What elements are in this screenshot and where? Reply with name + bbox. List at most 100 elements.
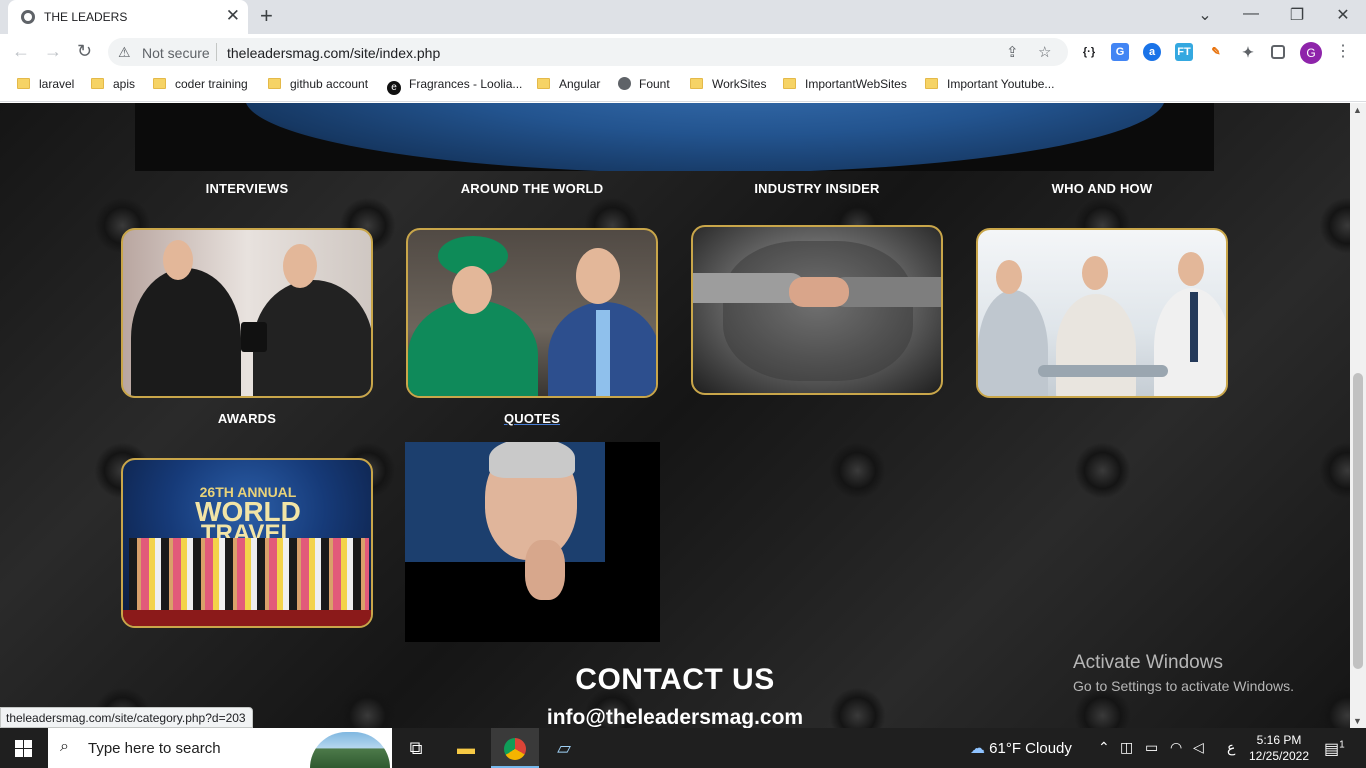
- tie-shape: [1190, 292, 1198, 362]
- bookmark-label: apis: [113, 77, 136, 91]
- bookmark-apis[interactable]: apis: [91, 77, 135, 95]
- folder-icon: [268, 78, 281, 89]
- category-label-interviews[interactable]: INTERVIEWS: [122, 181, 372, 196]
- person-face: [163, 240, 193, 280]
- battery-icon[interactable]: ▭: [1145, 739, 1158, 756]
- around-the-world-card-image[interactable]: [406, 228, 658, 398]
- json-extension-icon[interactable]: {·}: [1080, 43, 1098, 61]
- meet-now-icon[interactable]: ◫: [1120, 739, 1133, 756]
- bookmark-importantwebsites[interactable]: ImportantWebSites: [783, 77, 907, 95]
- reload-button[interactable]: ↻: [77, 41, 92, 62]
- scrollbar-thumb[interactable]: [1353, 373, 1363, 669]
- cloud-icon: ☁: [970, 740, 985, 757]
- tab-title: THE LEADERS: [44, 10, 128, 24]
- warning-icon[interactable]: ⚠: [118, 44, 131, 61]
- back-button[interactable]: ←: [12, 41, 30, 62]
- bookmark-label: github account: [290, 77, 369, 91]
- scroll-up-arrow-icon[interactable]: ▲: [1353, 105, 1362, 115]
- bookmark-label: ImportantWebSites: [805, 77, 907, 91]
- world-map-shape: [723, 241, 913, 381]
- category-label-awards[interactable]: AWARDS: [122, 411, 372, 426]
- maximize-button[interactable]: ❐: [1274, 5, 1320, 25]
- chrome-taskbar-icon[interactable]: [491, 728, 539, 768]
- clock-time: 5:16 PM: [1256, 733, 1302, 747]
- color-picker-extension-icon[interactable]: ✎: [1207, 43, 1225, 61]
- bookmark-star-icon[interactable]: ☆: [1038, 43, 1051, 61]
- notification-count-badge: 1: [1339, 739, 1345, 751]
- bookmark-label: Important Youtube...: [947, 77, 1055, 91]
- person-face: [1178, 252, 1204, 286]
- extensions-puzzle-icon[interactable]: ✦: [1239, 43, 1257, 61]
- interviews-card-image[interactable]: [121, 228, 373, 398]
- person-face: [1082, 256, 1108, 290]
- tab-search-dropdown-icon[interactable]: ⌄: [1182, 5, 1228, 25]
- extension-a-icon[interactable]: a: [1143, 43, 1161, 61]
- windows-start-icon[interactable]: [15, 740, 32, 757]
- activate-windows-watermark: Activate Windows Go to Settings to activ…: [1073, 652, 1294, 694]
- taskbar-clock[interactable]: 5:16 PM 12/25/2022: [1248, 732, 1310, 764]
- clock-date: 12/25/2022: [1248, 749, 1310, 763]
- extension-ft-icon[interactable]: FT: [1175, 43, 1193, 61]
- task-view-icon[interactable]: ⧉: [392, 728, 440, 768]
- handshake-shape: [789, 277, 849, 307]
- bookmark-label: Fragrances - Loolia...: [409, 77, 523, 91]
- bookmark-fount[interactable]: Fount: [618, 77, 670, 95]
- notepad-taskbar-icon[interactable]: ▱: [540, 728, 588, 768]
- weather-widget[interactable]: ☁ 61°F Cloudy: [970, 739, 1072, 757]
- globe-icon: [21, 10, 35, 24]
- page-scrollbar[interactable]: ▲ ▼: [1350, 103, 1366, 728]
- site-icon: e: [387, 81, 401, 95]
- divider: [216, 43, 217, 61]
- windows-taskbar: ⌕ Type here to search ⧉ ▬ ▱ ☁ 61°F Cloud…: [0, 728, 1366, 768]
- taskbar-search-box[interactable]: ⌕ Type here to search: [48, 728, 392, 768]
- bookmark-angular[interactable]: Angular: [537, 77, 600, 95]
- bookmark-label: WorkSites: [712, 77, 767, 91]
- category-label-quotes[interactable]: QUOTES: [407, 411, 657, 426]
- search-icon: ⌕: [60, 738, 69, 755]
- forward-button[interactable]: →: [44, 41, 62, 62]
- translate-extension-icon[interactable]: G: [1111, 43, 1129, 61]
- scroll-down-arrow-icon[interactable]: ▼: [1353, 716, 1362, 726]
- category-label-who-and-how[interactable]: WHO AND HOW: [977, 181, 1227, 196]
- bookmark-laravel[interactable]: laravel: [17, 77, 74, 95]
- awards-card-image[interactable]: 26TH ANNUAL WORLD TRAVEL: [121, 458, 373, 628]
- industry-insider-card-image[interactable]: [691, 225, 943, 395]
- hero-sweater-shape: [245, 103, 1165, 171]
- category-label-around-the-world[interactable]: AROUND THE WORLD: [407, 181, 657, 196]
- input-language-indicator[interactable]: ع: [1227, 739, 1235, 756]
- quotes-image[interactable]: [405, 442, 660, 642]
- side-panel-icon[interactable]: [1271, 45, 1285, 59]
- tab-close-icon[interactable]: ✕: [226, 7, 240, 25]
- bookmark-fragrances[interactable]: e Fragrances - Loolia...: [387, 77, 522, 95]
- category-label-industry-insider[interactable]: INDUSTRY INSIDER: [692, 181, 942, 196]
- watermark-title: Activate Windows: [1073, 652, 1223, 673]
- menu-kebab-icon[interactable]: ⋮: [1335, 41, 1351, 61]
- wifi-icon[interactable]: ◠: [1170, 739, 1182, 756]
- hand-shape: [525, 540, 565, 600]
- close-window-button[interactable]: ✕: [1320, 5, 1366, 25]
- share-icon[interactable]: ⇪: [1006, 43, 1019, 61]
- hero-image: [135, 103, 1214, 171]
- bookmark-important-youtube[interactable]: Important Youtube...: [925, 77, 1054, 95]
- tab-strip: THE LEADERS ✕ + ⌄ — ❐ ✕: [0, 0, 1366, 34]
- bookmark-worksites[interactable]: WorkSites: [690, 77, 766, 95]
- chrome-icon: [504, 738, 526, 761]
- security-label[interactable]: Not secure: [142, 45, 210, 61]
- minimize-button[interactable]: —: [1228, 5, 1274, 23]
- profile-avatar[interactable]: G: [1300, 42, 1322, 64]
- address-bar[interactable]: ⚠ Not secure theleadersmag.com/site/inde…: [108, 38, 1068, 66]
- bookmark-github-account[interactable]: github account: [268, 77, 368, 95]
- tab-the-leaders[interactable]: THE LEADERS ✕: [8, 0, 248, 34]
- bookmark-label: laravel: [39, 77, 75, 91]
- search-placeholder: Type here to search: [88, 740, 221, 757]
- who-and-how-card-image[interactable]: [976, 228, 1228, 398]
- bookmark-coder-training[interactable]: coder training: [153, 77, 248, 95]
- tray-chevron-up-icon[interactable]: ⌃: [1098, 739, 1110, 756]
- microphone-shape: [241, 322, 267, 352]
- new-tab-button[interactable]: +: [260, 5, 273, 27]
- file-explorer-icon[interactable]: ▬: [442, 728, 490, 768]
- stage-shape: [123, 610, 371, 626]
- url-text[interactable]: theleadersmag.com/site/index.php: [227, 45, 440, 61]
- volume-icon[interactable]: ◁: [1193, 739, 1204, 756]
- notification-center-icon[interactable]: ▤1: [1324, 739, 1345, 759]
